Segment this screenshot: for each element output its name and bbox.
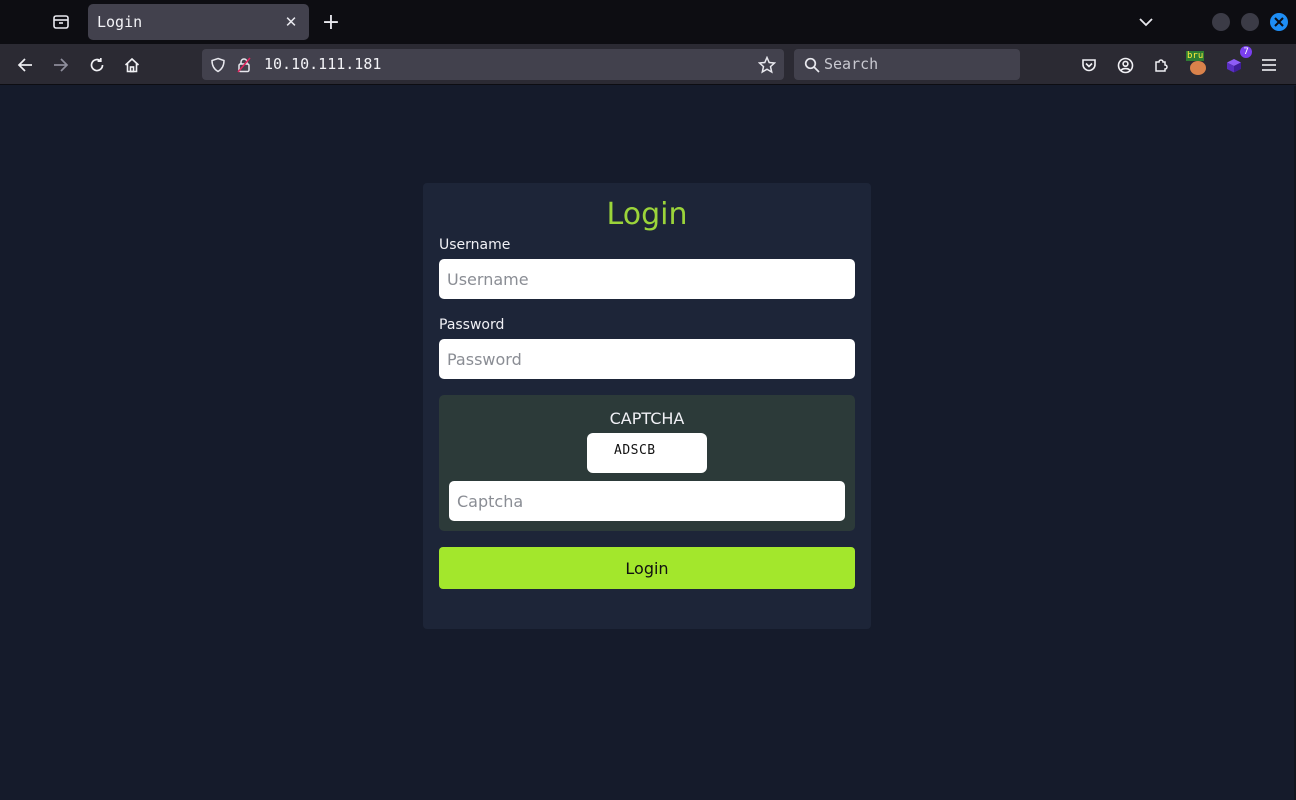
new-tab-icon[interactable]: + [318,9,344,35]
password-label: Password [439,317,505,333]
home-button[interactable] [118,51,146,79]
search-placeholder: Search [824,55,879,73]
back-button[interactable] [11,51,39,79]
tab-title: Login [97,13,143,31]
bru-extension-label: bru [1186,51,1205,61]
search-icon [802,55,822,75]
menu-button[interactable] [1255,51,1283,79]
page-content: Login Username Password CAPTCHA ADSCB Lo… [0,86,1296,800]
bru-extension-icon[interactable]: bru [1186,51,1210,77]
tab-close-icon[interactable]: ✕ [281,12,301,32]
captcha-input[interactable] [449,481,845,521]
page-title: Login [606,197,688,232]
forward-button[interactable] [47,51,75,79]
reload-icon [90,58,104,72]
insecure-lock-icon[interactable] [234,55,254,75]
search-bar[interactable]: Search [794,49,1020,80]
url-bar[interactable]: 10.10.111.181 [202,49,784,80]
arrow-right-icon [54,58,69,72]
puzzle-piece-icon [1155,59,1168,72]
bookmark-star-icon[interactable] [757,55,777,75]
firefox-view-icon [53,15,69,29]
extensions-button[interactable] [1147,51,1175,79]
hamburger-menu-icon [1262,59,1276,71]
cube-extension-icon [1227,59,1241,73]
extension-badge-count: 7 [1240,46,1252,58]
list-all-tabs-button[interactable] [1134,9,1158,35]
chevron-down-icon [1139,18,1153,27]
reload-button[interactable] [83,51,111,79]
password-input[interactable] [439,339,855,379]
window-close-button[interactable] [1270,13,1288,31]
account-button[interactable] [1111,51,1139,79]
account-icon [1117,57,1133,73]
navigation-toolbar: 10.10.111.181 Search bru 7 [0,44,1296,85]
pocket-icon [1082,59,1096,72]
bru-face-icon [1190,61,1206,75]
login-card: Login Username Password CAPTCHA ADSCB Lo… [423,183,871,629]
close-icon [1274,17,1284,27]
captcha-image: ADSCB [587,433,707,473]
captcha-panel: CAPTCHA ADSCB [439,395,855,531]
url-text: 10.10.111.181 [264,55,382,73]
tab-login[interactable]: Login ✕ [88,4,309,40]
username-input[interactable] [439,259,855,299]
captcha-label: CAPTCHA [609,409,685,428]
home-icon [124,57,140,73]
extension-cube-button[interactable]: 7 [1220,46,1252,79]
captcha-code: ADSCB [614,443,656,458]
firefox-view-button[interactable] [44,6,78,38]
tab-bar: Login ✕ + [0,0,1296,44]
username-label: Username [439,237,511,253]
window-minimize-button[interactable] [1212,13,1230,31]
arrow-left-icon [17,58,32,72]
pocket-button[interactable] [1075,51,1103,79]
shield-icon[interactable] [208,55,228,75]
window-maximize-button[interactable] [1241,13,1259,31]
login-button[interactable]: Login [439,547,855,589]
